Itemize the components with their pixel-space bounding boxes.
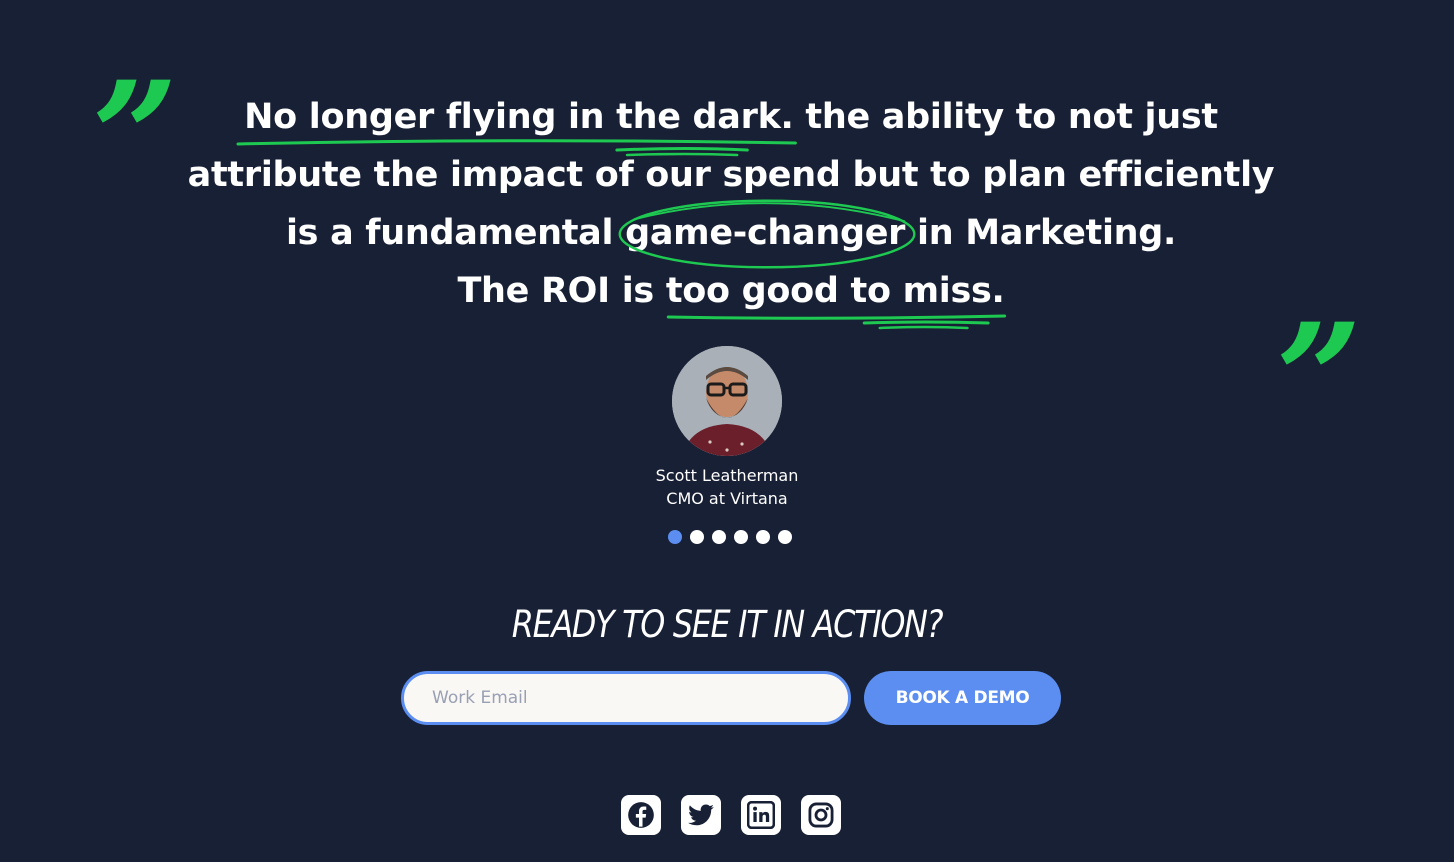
carousel-dot-2[interactable]: [690, 530, 704, 544]
quote-highlight-underline-1: No longer flying in the dark.: [236, 88, 798, 157]
quote-text-segment: in Marketing.: [905, 213, 1177, 253]
carousel-pagination: [668, 530, 792, 544]
quote-highlight-underline-2: too good to miss.: [665, 262, 1006, 330]
twitter-link[interactable]: [681, 795, 721, 835]
facebook-link[interactable]: [621, 795, 661, 835]
avatar-portrait-icon: [672, 346, 782, 456]
carousel-dot-1[interactable]: [668, 530, 682, 544]
author-name: Scott Leatherman: [655, 466, 799, 485]
quote-close-icon: ”: [1276, 291, 1363, 467]
quote-text-segment: the ability to not just: [793, 97, 1218, 137]
twitter-icon: [688, 804, 714, 826]
carousel-dot-5[interactable]: [756, 530, 770, 544]
quote-line-4: The ROI is too good to miss.: [160, 262, 1302, 330]
avatar: [672, 346, 782, 456]
carousel-dot-3[interactable]: [712, 530, 726, 544]
linkedin-link[interactable]: [741, 795, 781, 835]
testimonial-quote: No longer flying in the dark. the abilit…: [160, 88, 1302, 330]
quote-line-3: is a fundamental game-changer in Marketi…: [160, 199, 1302, 269]
testimonial-section: ” ” No longer flying in the dark. the ab…: [0, 0, 1454, 862]
carousel-dot-6[interactable]: [778, 530, 792, 544]
cta-heading: READY TO SEE IT IN ACTION?: [511, 603, 944, 646]
quote-line-1: No longer flying in the dark. the abilit…: [160, 88, 1302, 157]
instagram-icon: [808, 802, 834, 828]
quote-highlight-text: No longer flying in the dark.: [244, 97, 794, 137]
instagram-link[interactable]: [801, 795, 841, 835]
book-demo-button[interactable]: BOOK A DEMO: [864, 671, 1061, 725]
quote-text-segment: is a fundamental: [285, 213, 626, 253]
quote-text-segment: The ROI is: [457, 271, 666, 311]
quote-highlight-text: too good to miss.: [665, 271, 1005, 311]
quote-highlight-circle: game-changer: [618, 199, 916, 269]
quote-highlight-text: game-changer: [625, 213, 906, 253]
social-links: [621, 795, 841, 835]
author-title: CMO at Virtana: [666, 489, 788, 508]
quote-line-2: attribute the impact of our spend but to…: [187, 155, 1275, 195]
linkedin-icon: [747, 801, 775, 829]
facebook-icon: [628, 802, 654, 828]
work-email-input[interactable]: [401, 671, 851, 725]
underline-scribble-icon: [666, 314, 1006, 330]
testimonial-author: Scott Leatherman CMO at Virtana: [577, 346, 877, 510]
carousel-dot-4[interactable]: [734, 530, 748, 544]
